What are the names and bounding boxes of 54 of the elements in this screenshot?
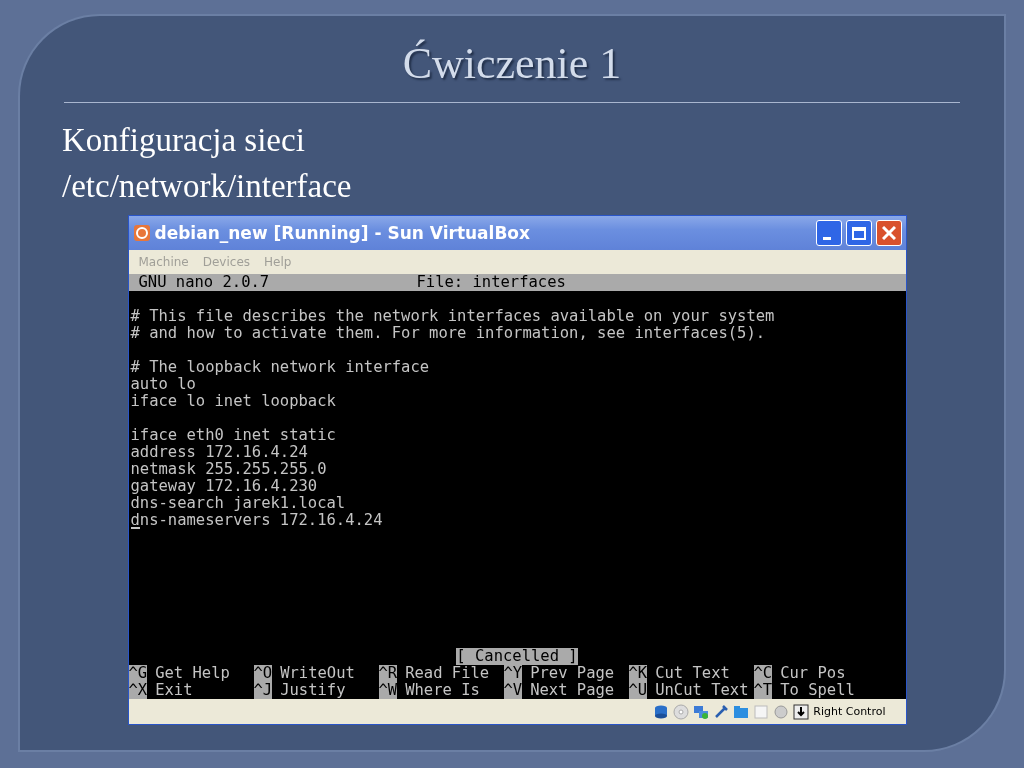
shortcut-key: ^U bbox=[628, 682, 648, 699]
shortcut-key: ^W bbox=[378, 682, 398, 699]
close-button[interactable] bbox=[875, 220, 902, 246]
code-line: netmask 255.255.255.0 bbox=[129, 461, 328, 478]
code-line: iface eth0 inet static bbox=[129, 427, 337, 444]
maximize-button[interactable] bbox=[845, 220, 872, 246]
shortcut-label: WriteOut bbox=[280, 665, 355, 682]
usb-icon[interactable] bbox=[713, 703, 730, 720]
app-icon bbox=[132, 224, 151, 242]
disk-icon[interactable] bbox=[653, 703, 670, 720]
shortcut-key: ^G bbox=[128, 665, 148, 682]
shortcut-key: ^V bbox=[503, 682, 523, 699]
code-line: dns-nameservers 172.16.4.24 bbox=[129, 512, 384, 529]
shortcut-label: Read File bbox=[405, 665, 490, 682]
close-icon bbox=[881, 226, 896, 240]
shortcut-key: ^C bbox=[753, 665, 773, 682]
network-icon[interactable] bbox=[693, 703, 710, 720]
shortcut-key: ^T bbox=[753, 682, 773, 699]
shortcut-label: Prev Page bbox=[530, 665, 615, 682]
shortcut-key: ^O bbox=[253, 665, 273, 682]
folder-icon[interactable] bbox=[733, 703, 750, 720]
shortcut-key: ^K bbox=[628, 665, 648, 682]
shortcut-key: ^J bbox=[253, 682, 273, 699]
status-message: [ Cancelled ] bbox=[456, 648, 578, 665]
shortcut-label: Justify bbox=[280, 682, 346, 699]
code-line: # and how to activate them. For more information, see interfaces(5). bbox=[129, 325, 767, 342]
minimize-icon bbox=[822, 237, 831, 240]
shortcut-label: Next Page bbox=[530, 682, 615, 699]
shortcut-label: Cut Text bbox=[655, 665, 730, 682]
host-key-label: Right Control bbox=[813, 705, 886, 718]
code-line: auto lo bbox=[129, 376, 197, 393]
shortcut-label: Where Is bbox=[405, 682, 480, 699]
shortcut-key: ^X bbox=[128, 682, 148, 699]
maximize-icon bbox=[851, 226, 866, 240]
code-line: iface lo inet loopback bbox=[129, 393, 337, 410]
shortcut-key: ^Y bbox=[503, 665, 523, 682]
slide-title: Ćwiczenie 1 bbox=[402, 38, 622, 90]
code-line: # This file describes the network interfaces available on your system bbox=[129, 308, 776, 325]
shortcut-key: ^R bbox=[378, 665, 398, 682]
code-line: # The loopback network interface bbox=[129, 359, 431, 376]
window-title: debian_new [Running] - Sun VirtualBox bbox=[154, 223, 532, 243]
slide-text: /etc/network/interface bbox=[62, 167, 352, 206]
shortcut-label: To Spell bbox=[780, 682, 855, 699]
code-line: address 172.16.4.24 bbox=[129, 444, 309, 461]
code-line: gateway 172.16.4.230 bbox=[129, 478, 319, 495]
minimize-button[interactable] bbox=[815, 220, 842, 246]
shortcut-label: Cur Pos bbox=[780, 665, 846, 682]
slide-text: Konfiguracja sieci bbox=[62, 121, 306, 160]
file-name: File: interfaces bbox=[416, 274, 566, 291]
code-line: dns-search jarek1.local bbox=[129, 495, 347, 512]
shortcut-label: Exit bbox=[155, 682, 193, 699]
shortcut-label: UnCut Text bbox=[655, 682, 749, 699]
nano-version: GNU nano 2.0.7 bbox=[138, 274, 271, 291]
shortcut-label: Get Help bbox=[155, 665, 230, 682]
